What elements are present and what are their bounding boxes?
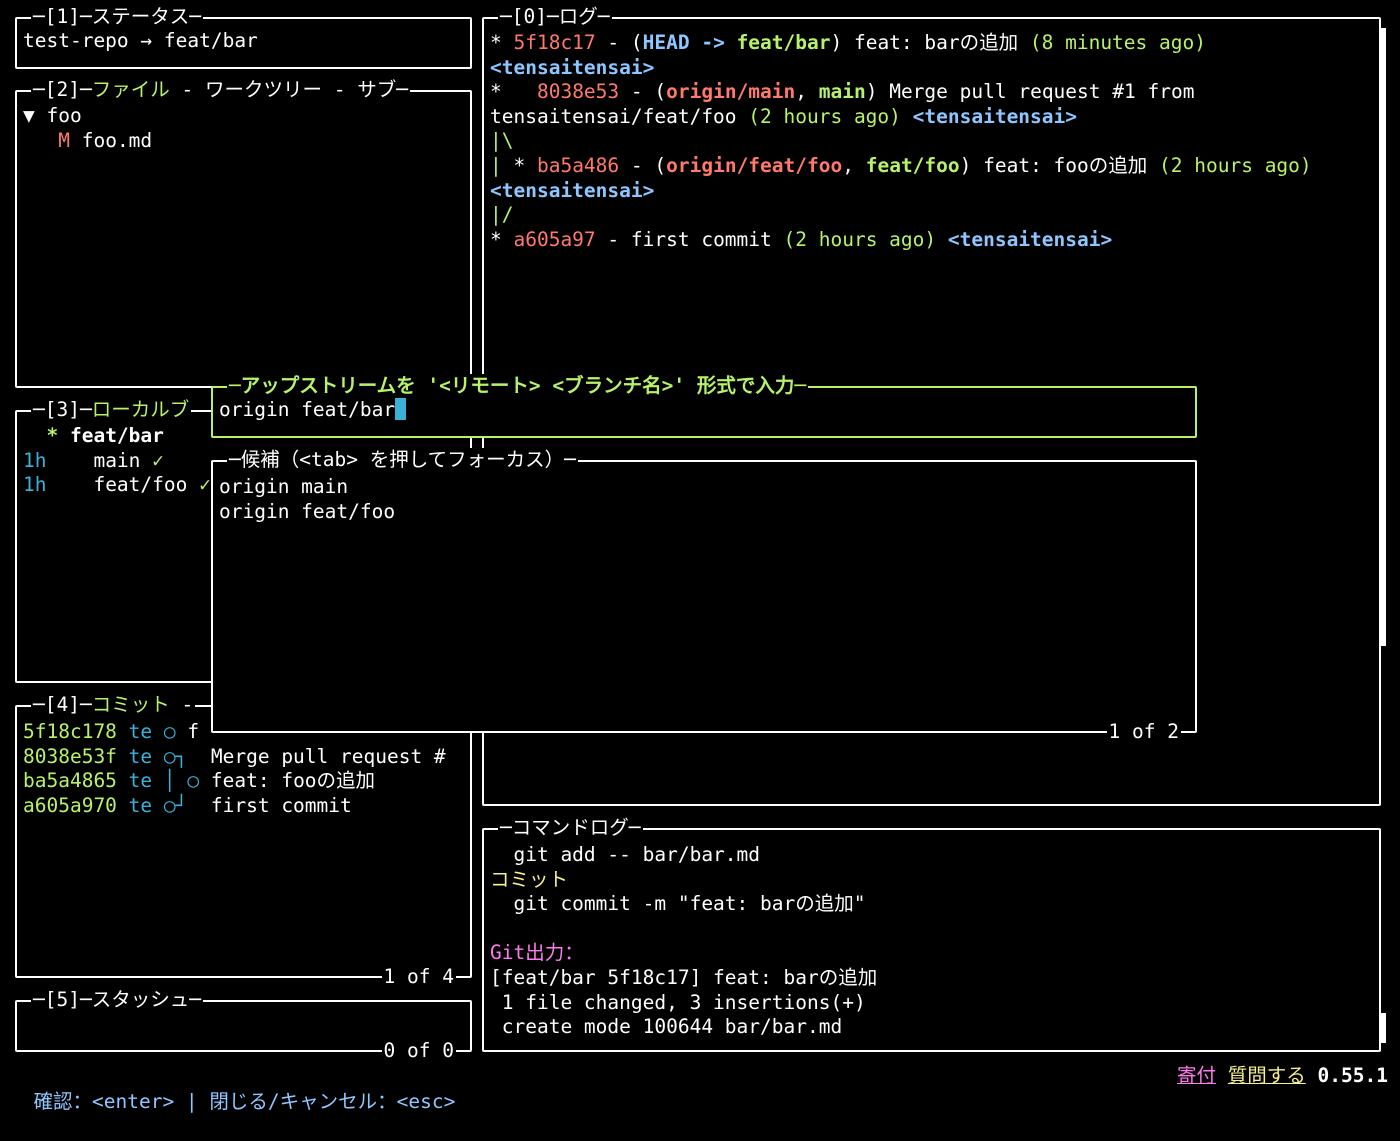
log-scrollbar[interactable] (1381, 28, 1386, 646)
commit-graph: ○ (163, 720, 176, 743)
log-line: * 8038e53 - (origin/main, main) Merge pu… (490, 80, 1195, 104)
chevron-down-icon: ▼ (23, 104, 47, 127)
log-line: <tensaitensai> (490, 178, 655, 202)
log-line: |\ (490, 129, 514, 153)
commit-graph: │ ○ (163, 769, 200, 793)
commit-graph: ○┘ (163, 793, 188, 817)
cmdlog-line: git commit -m "feat: barの追加" (490, 892, 866, 916)
cmdlog-scrollbar[interactable] (1381, 1013, 1386, 1043)
commits-panel[interactable]: ─[4]─コミット - 1 of 4 5f18c178 te ○ f 8038e… (15, 693, 472, 989)
suggestions-panel[interactable]: ─候補（<tab> を押してフォーカス）─ 1 of 2 origin main… (211, 448, 1197, 744)
commit-graph: ○┐ (163, 744, 188, 768)
branch-row-feat-foo[interactable]: 1h feat/foo ✓ (23, 473, 211, 498)
commit-row[interactable]: 5f18c178 te ○ f (23, 720, 199, 745)
file-tree-dir[interactable]: ▼ foo (23, 104, 82, 129)
modified-status: M (58, 128, 70, 152)
commit-row[interactable]: 8038e53f te ○┐ Merge pull request # (23, 745, 446, 770)
donate-link[interactable]: 寄付 (1177, 1064, 1216, 1087)
upstream-input[interactable]: origin feat/bar (219, 398, 407, 423)
cmdlog-line: Git出力： (490, 941, 584, 965)
suggestions-title: ─候補（<tab> を押してフォーカス）─ (227, 448, 578, 472)
commits-panel-title: ─[4]─コミット - (31, 693, 196, 717)
log-line: tensaitensai/feat/foo (2 hours ago) <ten… (490, 104, 1078, 128)
confirm-key: <enter> (92, 1090, 175, 1113)
confirm-label: 確認： (33, 1090, 92, 1113)
file-tree-file[interactable]: M foo.md (23, 129, 152, 154)
log-line: * a605a97 - first commit (2 hours ago) <… (490, 227, 1113, 251)
cmdlog-line: create mode 100644 bar/bar.md (490, 1015, 843, 1039)
branch-row-main[interactable]: 1h main ✓ (23, 449, 164, 474)
log-line: <tensaitensai> (490, 55, 655, 79)
close-key: <esc> (396, 1090, 456, 1113)
upstream-prompt[interactable]: ─アップストリームを '<リモート> <ブランチ名>' 形式で入力─ origi… (211, 374, 1197, 438)
command-log-title: ─コマンドログ─ (498, 816, 643, 840)
close-label: 閉じる/キャンセル： (209, 1090, 397, 1113)
commit-row[interactable]: ba5a4865 te │ ○ feat: fooの追加 (23, 769, 375, 794)
stash-count: 0 of 0 (381, 1039, 456, 1063)
cmdlog-line: 1 file changed, 3 insertions(+) (490, 990, 866, 1014)
files-panel[interactable]: ─[2]─ファイル - ワークツリー - サブ─ ▼ foo M foo.md (15, 78, 472, 388)
command-log-panel[interactable]: ─コマンドログ─ git add -- bar/bar.md コミット git … (482, 816, 1381, 1052)
branch-row-feat-bar[interactable]: * feat/bar (23, 424, 163, 449)
log-line: | * ba5a486 - (origin/feat/foo, feat/foo… (490, 154, 1312, 177)
status-panel-title: ─[1]─ステータス─ (31, 5, 203, 29)
status-panel[interactable]: ─[1]─ステータス─ test-repo → feat/bar (15, 5, 472, 69)
files-panel-title: ─[2]─ファイル - ワークツリー - サブ─ (31, 78, 410, 102)
log-panel-title: ─[0]─ログ─ (498, 5, 612, 29)
log-line: * 5f18c17 - (HEAD -> feat/bar) feat: bar… (490, 31, 1206, 54)
upstream-prompt-title: ─アップストリームを '<リモート> <ブランチ名>' 形式で入力─ (227, 374, 809, 398)
version-label: 0.55.1 (1317, 1064, 1388, 1087)
cmdlog-line: [feat/bar 5f18c17] feat: barの追加 (490, 966, 878, 989)
check-icon: ✓ (199, 473, 211, 497)
ask-question-link[interactable]: 質問する (1228, 1064, 1306, 1087)
repo-branch-status: test-repo → feat/bar (23, 29, 258, 52)
cmdlog-line: コミット (490, 867, 569, 891)
stash-panel-title: ─[5]─スタッシュ─ (31, 988, 203, 1012)
log-line: |/ (490, 203, 514, 227)
suggestion-item[interactable]: origin main (219, 475, 348, 500)
stash-panel[interactable]: ─[5]─スタッシュ─ 0 of 0 (15, 988, 472, 1063)
suggestion-item[interactable]: origin feat/foo (219, 500, 395, 525)
commit-row[interactable]: a605a970 te ○┘ first commit (23, 794, 352, 819)
branches-panel-title: ─[3]─ローカルブ (31, 398, 192, 422)
check-icon: ✓ (152, 448, 164, 472)
status-bar: 確認：<enter> | 閉じる/キャンセル：<esc> 寄付 質問する 0.5… (33, 1064, 1388, 1113)
cmdlog-line: git add -- bar/bar.md (490, 843, 761, 866)
text-cursor (395, 398, 407, 420)
